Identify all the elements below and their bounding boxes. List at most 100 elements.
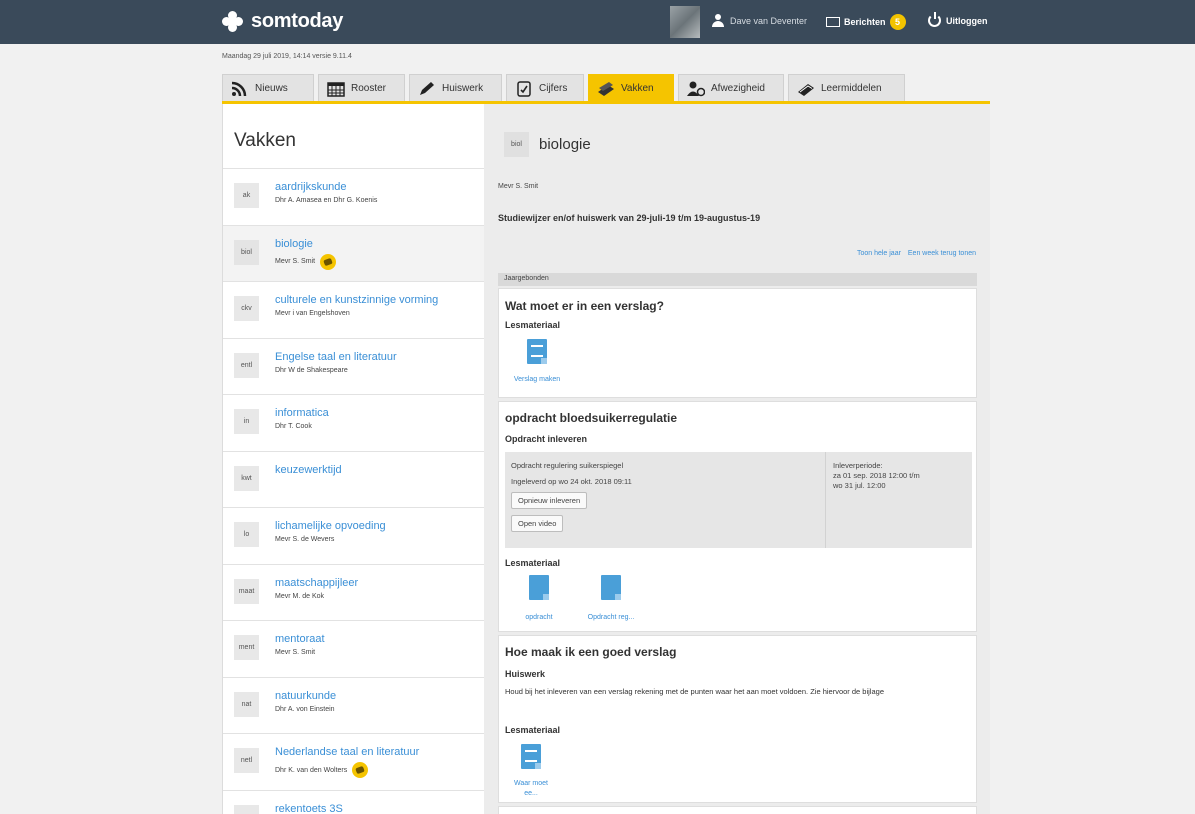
subject-item-nederlands[interactable]: netl Nederlandse taal en literatuur Dhr … (223, 734, 484, 791)
subject-teacher: Dhr T. Cook (275, 423, 312, 430)
item-section-label: Lesmateriaal (505, 558, 561, 568)
rss-icon (231, 81, 247, 96)
subject-name[interactable]: biologie (275, 238, 313, 250)
subject-code: rt (234, 804, 259, 814)
subject-item-rekentoets[interactable]: rt rekentoets 3S (223, 790, 484, 814)
subject-teacher: Mevr S. de Wevers (275, 536, 335, 543)
subject-code: kwt (234, 465, 259, 491)
subject-teacher: Mevr i van Engelshoven (275, 310, 350, 317)
detail-header: biol biologie (504, 132, 591, 157)
books-icon (598, 81, 614, 96)
subject-item-lo[interactable]: lo lichamelijke opvoeding Mevr S. de Wev… (223, 508, 484, 565)
top-bar: somtoday Dave van Deventer Berichten 5 U… (0, 0, 1195, 44)
document-icon[interactable] (601, 575, 621, 600)
subject-code: entl (234, 352, 259, 378)
document-icon[interactable] (521, 744, 541, 769)
subject-code: in (234, 409, 259, 434)
date-version-line: Maandag 29 juli 2019, 14:14 versie 9.11.… (222, 53, 352, 60)
tab-label: Vakken (621, 83, 654, 94)
absence-icon (687, 81, 705, 96)
subject-code: netl (234, 748, 259, 773)
somtoday-logo[interactable]: somtoday (222, 10, 343, 33)
subject-name[interactable]: natuurkunde (275, 690, 336, 702)
logout-button[interactable]: Uitloggen (928, 12, 988, 27)
document-link[interactable]: Verslag maken (507, 375, 567, 385)
document-link[interactable]: Opdracht reg... (581, 613, 641, 623)
submission-period-to: wo 31 jul. 12:00 (833, 481, 886, 490)
subject-code: biol (234, 239, 259, 265)
detail-subject-code: biol (504, 132, 529, 157)
homework-sticker-icon (320, 253, 337, 270)
envelope-icon (826, 17, 840, 27)
tab-nieuws[interactable]: Nieuws (222, 74, 314, 102)
subject-item-keuzewerktijd[interactable]: kwt keuzewerktijd (223, 451, 484, 508)
document-link[interactable]: Waar moet ee... (501, 779, 561, 799)
submitted-date: Ingeleverd op wo 24 okt. 2018 09:11 (511, 477, 632, 486)
tab-vakken[interactable]: Vakken (588, 74, 674, 102)
item-section-label: Opdracht inleveren (505, 434, 588, 444)
item-section-label: Lesmateriaal (505, 725, 561, 735)
sidebar-title: Vakken (223, 104, 484, 169)
submission-period-label: Inleverperiode: (833, 461, 883, 470)
tab-cijfers[interactable]: Cijfers (506, 74, 584, 102)
logo-text: somtoday (251, 10, 344, 32)
section-header: Jaargebonden (498, 273, 977, 286)
subject-item-ckv[interactable]: ckv culturele en kunstzinnige vorming Me… (223, 282, 484, 339)
pencil-icon (420, 81, 434, 95)
tab-afwezigheid[interactable]: Afwezigheid (678, 74, 784, 102)
studyguide-item: opdracht bloedsuikerregulatie Opdracht i… (498, 401, 977, 632)
document-icon[interactable] (527, 339, 547, 364)
subject-item-informatica[interactable]: in informatica Dhr T. Cook (223, 395, 484, 452)
messages-link[interactable]: Berichten 5 (826, 14, 906, 30)
item-title: Hoe maak ik een goed verslag (505, 645, 677, 659)
divider (825, 452, 826, 548)
user-link[interactable]: Dave van Deventer (712, 14, 807, 27)
avatar[interactable] (670, 6, 700, 38)
studyguide-item: Wat moet er in een verslag? Lesmateriaal… (498, 288, 977, 398)
subject-name[interactable]: aardrijkskunde (275, 181, 347, 193)
item-title: Wat moet er in een verslag? (505, 299, 664, 313)
main-tabs: Nieuws Rooster Huiswerk Cijfers Vakken A… (222, 74, 909, 102)
power-icon (928, 12, 941, 27)
studyguide-item (498, 806, 977, 814)
tab-label: Afwezigheid (711, 83, 765, 94)
subject-name[interactable]: keuzewerktijd (275, 464, 342, 476)
open-video-button[interactable]: Open video (511, 515, 564, 532)
subject-item-biologie[interactable]: biol biologie Mevr S. Smit (223, 225, 484, 282)
document-icon[interactable] (529, 575, 549, 600)
homework-sticker-icon (352, 762, 369, 778)
subject-teacher: Dhr W de Shakespeare (275, 366, 348, 374)
tab-label: Huiswerk (442, 83, 484, 94)
subject-item-maatschappijleer[interactable]: maat maatschappijleer Mevr M. de Kok (223, 564, 484, 621)
subject-name[interactable]: maatschappijleer (275, 577, 358, 589)
subject-name[interactable]: culturele en kunstzinnige vorming (275, 294, 438, 306)
subject-teacher: Dhr K. van den Wolters (275, 762, 369, 778)
subject-item-aardrijkskunde[interactable]: ak aardrijkskunde Dhr A. Amasea en Dhr G… (223, 169, 484, 226)
item-section-label: Huiswerk (505, 669, 546, 679)
subject-teacher: Mevr S. Smit (275, 649, 316, 656)
subject-item-natuurkunde[interactable]: nat natuurkunde Dhr A. von Einstein (223, 677, 484, 734)
tab-huiswerk[interactable]: Huiswerk (409, 74, 502, 102)
subject-name[interactable]: mentoraat (275, 633, 325, 645)
subject-name[interactable]: informatica (275, 407, 329, 419)
resubmit-button[interactable]: Opnieuw inleveren (511, 492, 588, 509)
studyguide-period: Studiewijzer en/of huiswerk van 29-juli-… (498, 213, 761, 223)
subject-item-mentoraat[interactable]: ment mentoraat Mevr S. Smit (223, 621, 484, 678)
subject-name[interactable]: Engelse taal en literatuur (275, 351, 397, 363)
subject-name[interactable]: lichamelijke opvoeding (275, 520, 386, 532)
submission-period-from: za 01 sep. 2018 12:00 t/m (833, 471, 920, 480)
item-title: opdracht bloedsuikerregulatie (505, 411, 678, 425)
subject-code: lo (234, 522, 259, 547)
subject-item-engels[interactable]: entl Engelse taal en literatuur Dhr W de… (223, 338, 484, 395)
subject-name[interactable]: rekentoets 3S (275, 803, 343, 814)
show-full-year-link[interactable]: Toon hele jaar (857, 250, 901, 257)
messages-label: Berichten (844, 17, 886, 27)
homework-text: Houd bij het inleveren van een verslag r… (505, 687, 884, 696)
subject-name[interactable]: Nederlandse taal en literatuur (275, 746, 419, 758)
previous-week-link[interactable]: Een week terug tonen (908, 250, 976, 257)
tab-leermiddelen[interactable]: Leermiddelen (788, 74, 905, 102)
assignment-submit-box: Opdracht regulering suikerspiegel Ingele… (505, 452, 972, 548)
document-link[interactable]: opdracht (509, 613, 569, 623)
subject-teacher: Mevr M. de Kok (275, 592, 325, 600)
tab-rooster[interactable]: Rooster (318, 74, 405, 102)
